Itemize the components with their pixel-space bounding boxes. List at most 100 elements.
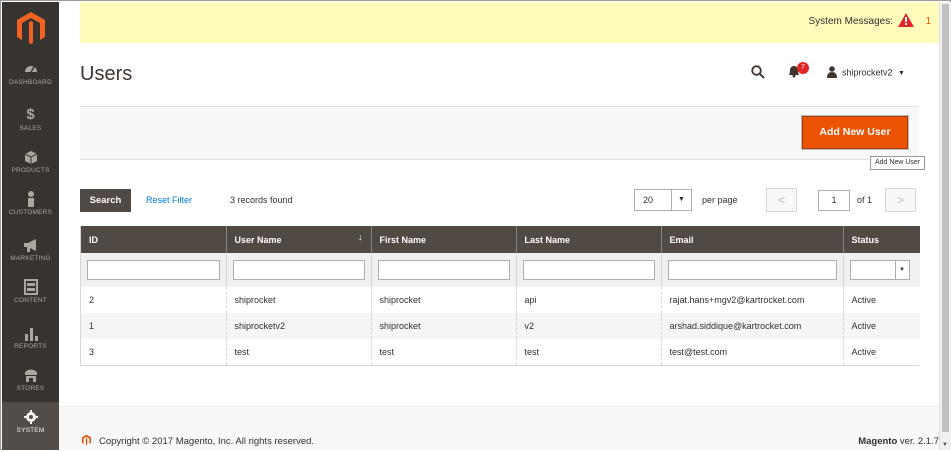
sidebar-item-label: PRODUCTS <box>11 167 50 174</box>
scroll-down-arrow-icon[interactable]: ▼ <box>942 442 948 448</box>
filter-status-select[interactable]: ▼ <box>849 260 910 280</box>
reset-filter-link[interactable]: Reset Filter <box>146 195 192 205</box>
cell-last-name: v2 <box>516 313 662 339</box>
page-footer: Copyright © 2017 Magento, Inc. All right… <box>59 406 939 450</box>
cell-status: Active <box>843 339 920 365</box>
total-pages-label: of 1 <box>857 195 873 205</box>
per-page-label: per page <box>702 195 738 205</box>
filter-last-name-input[interactable] <box>522 260 655 280</box>
system-messages-label: System Messages: <box>808 16 893 27</box>
cell-email: arshad.siddique@kartrocket.com <box>661 313 844 339</box>
sidebar-item-system[interactable]: SYSTEM <box>2 402 59 450</box>
table-row[interactable]: 1 shiprocketv2 shiprocket v2 arshad.sidd… <box>81 313 920 339</box>
filter-cell <box>371 253 517 287</box>
filter-cell <box>226 253 372 287</box>
person-icon <box>2 190 59 208</box>
system-messages-count: 1 <box>925 16 931 27</box>
magento-footer-logo-icon <box>80 433 93 452</box>
cube-icon <box>2 148 59 166</box>
filter-id-input[interactable] <box>87 260 220 280</box>
dashboard-icon <box>2 60 59 78</box>
cell-status: Active <box>843 287 920 313</box>
cell-user-name: test <box>226 339 372 365</box>
filter-cell <box>661 253 844 287</box>
gear-icon <box>2 408 59 426</box>
table-row[interactable]: 2 shiprocket shiprocket api rajat.hans+m… <box>81 287 920 313</box>
sidebar-item-content[interactable]: CONTENT <box>2 278 59 320</box>
cell-email: test@test.com <box>661 339 844 365</box>
admin-sidebar: DASHBOARD $ SALES PRODUCTS CUSTOMERS MAR… <box>2 2 59 450</box>
users-table: ID User Name ↓ First Name Last Name Email… <box>81 226 920 365</box>
sidebar-item-products[interactable]: PRODUCTS <box>2 148 59 190</box>
cell-id: 3 <box>81 339 227 365</box>
per-page-value: 20 <box>643 195 654 205</box>
chevron-down-icon: ▼ <box>898 70 905 78</box>
sidebar-item-customers[interactable]: CUSTOMERS <box>2 190 59 232</box>
dollar-icon: $ <box>26 106 35 123</box>
filter-row: ▼ <box>81 253 920 287</box>
add-new-user-tooltip: Add New User <box>870 156 926 170</box>
column-header-first-name[interactable]: First Name <box>371 226 517 253</box>
sidebar-item-label: MARKETING <box>10 255 51 262</box>
system-messages-bar[interactable]: System Messages: 1 <box>80 2 939 43</box>
username-label: shiprocketv2 <box>842 67 893 78</box>
cell-id: 1 <box>81 313 227 339</box>
table-header-row: ID User Name ↓ First Name Last Name Email… <box>81 226 920 253</box>
user-account-menu[interactable]: shiprocketv2 ▼ <box>827 66 905 80</box>
megaphone-icon <box>2 236 59 254</box>
next-page-button[interactable]: > <box>885 188 916 212</box>
scrollbar-thumb[interactable] <box>942 4 949 432</box>
page-number-input[interactable]: 1 <box>818 190 850 211</box>
column-header-last-name[interactable]: Last Name <box>516 226 662 253</box>
per-page-select[interactable]: 20 ▼ <box>634 189 692 211</box>
page-actions-bar <box>80 106 919 160</box>
chevron-down-icon: ▼ <box>671 190 691 210</box>
cell-user-name: shiprocket <box>226 287 372 313</box>
sidebar-item-label: DASHBOARD <box>9 79 52 86</box>
store-icon <box>2 366 59 384</box>
filter-user-name-input[interactable] <box>232 260 365 280</box>
magento-logo-icon[interactable] <box>11 8 51 48</box>
chevron-down-icon: ▼ <box>894 261 909 279</box>
sidebar-item-dashboard[interactable]: DASHBOARD <box>2 60 59 102</box>
previous-page-button[interactable]: < <box>766 188 797 212</box>
copyright-text: Copyright © 2017 Magento, Inc. All right… <box>99 436 315 447</box>
filter-cell: ▼ <box>843 253 920 287</box>
sort-arrow-icon: ↓ <box>358 232 363 242</box>
table-row[interactable]: 3 test test test test@test.com Active <box>81 339 920 365</box>
layout-icon <box>2 278 59 296</box>
cell-id: 2 <box>81 287 227 313</box>
add-new-user-button[interactable]: Add New User <box>802 116 908 149</box>
chevron-right-icon: > <box>896 193 904 207</box>
cell-user-name: shiprocketv2 <box>226 313 372 339</box>
sidebar-item-reports[interactable]: REPORTS <box>2 324 59 366</box>
filter-first-name-input[interactable] <box>377 260 510 280</box>
search-icon[interactable] <box>751 65 765 84</box>
cell-status: Active <box>843 313 920 339</box>
column-header-label: User Name <box>234 234 282 245</box>
warning-icon <box>898 13 914 32</box>
sidebar-item-sales[interactable]: $ SALES <box>2 106 59 148</box>
column-header-user-name[interactable]: User Name ↓ <box>226 226 372 253</box>
brand-name: Magento <box>858 436 898 447</box>
version-number: ver. 2.1.7 <box>897 436 939 447</box>
sidebar-item-label: SYSTEM <box>16 427 45 434</box>
sidebar-item-label: CONTENT <box>14 297 47 304</box>
cell-first-name: shiprocket <box>371 287 517 313</box>
column-header-email[interactable]: Email <box>661 226 844 253</box>
filter-email-input[interactable] <box>667 260 837 280</box>
notifications-count-badge: 7 <box>797 62 809 74</box>
page-title: Users <box>80 63 133 85</box>
filter-cell <box>516 253 662 287</box>
sidebar-item-label: REPORTS <box>14 343 47 350</box>
vertical-scrollbar[interactable]: ▼ <box>939 2 951 450</box>
column-header-id[interactable]: ID <box>81 226 227 253</box>
sidebar-item-label: STORES <box>16 385 45 392</box>
cell-first-name: test <box>371 339 517 365</box>
cell-first-name: shiprocket <box>371 313 517 339</box>
sidebar-item-label: CUSTOMERS <box>8 209 53 216</box>
users-grid: ID User Name ↓ First Name Last Name Email… <box>80 226 920 366</box>
sidebar-item-marketing[interactable]: MARKETING <box>2 236 59 278</box>
search-button[interactable]: Search <box>80 189 131 212</box>
column-header-status[interactable]: Status <box>843 226 920 253</box>
